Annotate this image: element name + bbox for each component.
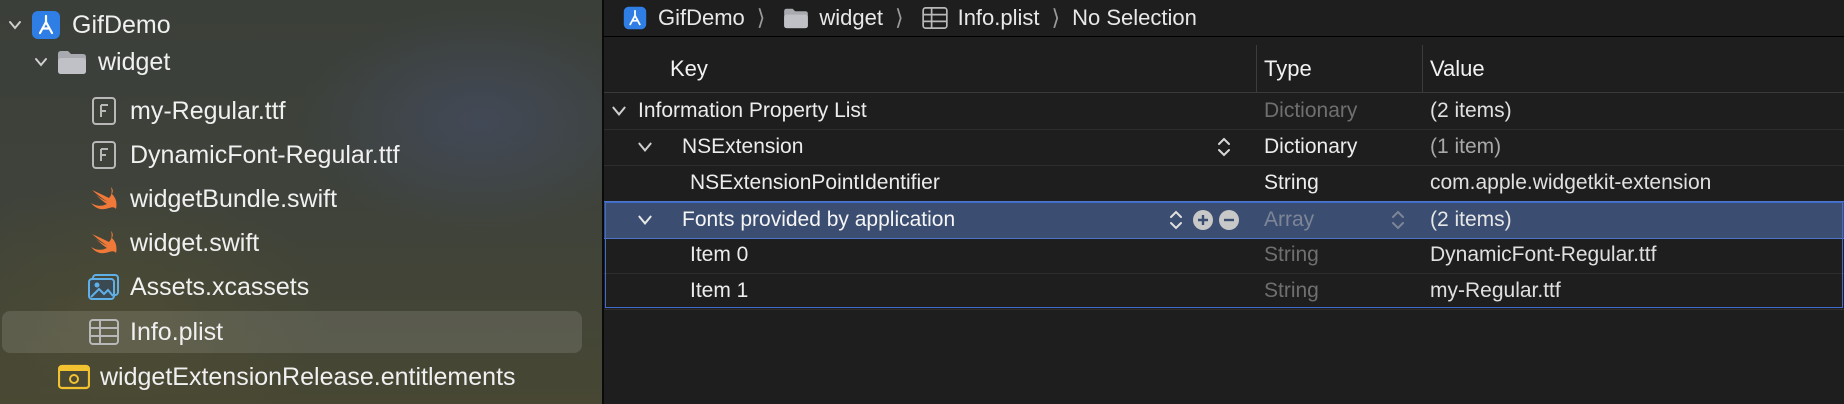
breadcrumb-project[interactable]: GifDemo ⟩ (622, 5, 765, 31)
breadcrumb-label: No Selection (1072, 5, 1197, 30)
plist-value[interactable]: DynamicFont-Regular.ttf (1430, 237, 1656, 273)
swift-icon (88, 183, 120, 215)
breadcrumb-label: GifDemo (658, 5, 745, 30)
column-divider[interactable] (1256, 45, 1257, 92)
column-divider[interactable] (1422, 45, 1423, 92)
nav-item-dynamicfont-ttf[interactable]: DynamicFont-Regular.ttf (88, 134, 400, 176)
plist-row-root[interactable]: Information Property List Dictionary (2 … (604, 93, 1844, 130)
nav-item-label: widget.swift (130, 228, 260, 257)
asset-catalog-icon (88, 271, 120, 303)
font-file-icon (88, 95, 120, 127)
nav-item-label: widgetBundle.swift (130, 184, 338, 213)
chevron-right-icon: ⟩ (894, 5, 904, 30)
plist-editor: GifDemo ⟩ widget ⟩ Info.plist ⟩ No Selec… (604, 0, 1844, 404)
plist-row-nsextension[interactable]: NSExtension Dictionary (1 item) (604, 129, 1844, 166)
plist-value: (2 items) (1430, 99, 1512, 122)
column-header: Key Type Value (604, 45, 1844, 93)
plist-value: (1 item) (1430, 135, 1502, 158)
font-file-icon (88, 139, 120, 171)
plist-row-item-0[interactable]: Item 0 String DynamicFont-Regular.ttf (604, 237, 1844, 274)
breadcrumb-file[interactable]: Info.plist ⟩ (921, 5, 1061, 31)
plist-value: (2 items) (1430, 208, 1512, 231)
breadcrumb-folder[interactable]: widget ⟩ (783, 5, 904, 31)
plist-icon (921, 5, 948, 31)
column-header-value[interactable]: Value (1430, 45, 1485, 92)
xcode-project-icon (622, 5, 648, 31)
chevron-down-icon[interactable] (610, 93, 628, 129)
up-down-stepper-icon[interactable] (1390, 202, 1406, 238)
plist-type[interactable]: Array (1264, 202, 1314, 238)
column-header-key[interactable]: Key (670, 45, 708, 92)
chevron-down-icon[interactable] (0, 17, 30, 33)
chevron-down-icon[interactable] (26, 54, 56, 70)
nav-item-label: my-Regular.ttf (130, 96, 286, 125)
nav-item-label: widget (98, 47, 171, 76)
plist-key: Item 1 (690, 279, 749, 302)
plist-key: NSExtension (682, 135, 804, 158)
chevron-right-icon: ⟩ (1051, 5, 1061, 30)
up-down-stepper-icon[interactable] (1216, 129, 1232, 165)
nav-item-entitlements[interactable]: widgetExtensionRelease.entitlements (58, 356, 516, 398)
plist-row-fonts[interactable]: Fonts provided by application Array (2 i… (604, 201, 1844, 239)
jump-bar: GifDemo ⟩ widget ⟩ Info.plist ⟩ No Selec… (604, 0, 1844, 37)
nav-item-label: Assets.xcassets (130, 272, 310, 301)
nav-item-label: DynamicFont-Regular.ttf (130, 140, 400, 169)
project-navigator: GifDemo widget my-Regular.ttf DynamicFon… (0, 0, 602, 404)
plist-type: Dictionary (1264, 99, 1358, 122)
nav-item-my-regular-ttf[interactable]: my-Regular.ttf (88, 90, 286, 132)
swift-icon (88, 227, 120, 259)
nav-item-widgetbundle-swift[interactable]: widgetBundle.swift (88, 178, 337, 220)
nav-item-info-plist[interactable]: Info.plist (0, 311, 602, 353)
plist-value[interactable]: com.apple.widgetkit-extension (1430, 165, 1711, 201)
plist-value[interactable]: my-Regular.ttf (1430, 273, 1561, 309)
breadcrumb-label: Info.plist (957, 5, 1040, 30)
plist-key: NSExtensionPointIdentifier (690, 171, 940, 194)
nav-item-assets-xcassets[interactable]: Assets.xcassets (88, 266, 309, 308)
nav-item-label: Info.plist (130, 317, 224, 346)
nav-item-gifdemo[interactable]: GifDemo (0, 4, 171, 46)
entitlements-icon (58, 361, 90, 393)
nav-item-widget-swift[interactable]: widget.swift (88, 222, 259, 264)
breadcrumb-selection[interactable]: No Selection (1072, 5, 1197, 31)
plist-key: Item 0 (690, 243, 749, 266)
plist-row-extension-point[interactable]: NSExtensionPointIdentifier String com.ap… (604, 165, 1844, 202)
breadcrumb-label: widget (819, 5, 883, 30)
plist-type[interactable]: Dictionary (1264, 129, 1357, 165)
folder-icon (56, 46, 88, 78)
chevron-right-icon: ⟩ (756, 5, 766, 30)
plist-key[interactable]: Fonts provided by application (682, 202, 955, 238)
plist-icon (88, 316, 120, 348)
folder-icon (783, 5, 809, 31)
plist-key: Information Property List (638, 99, 867, 122)
nav-item-label: GifDemo (72, 10, 171, 39)
chevron-down-icon[interactable] (636, 129, 654, 165)
nav-item-label: widgetExtensionRelease.entitlements (100, 362, 516, 391)
column-header-type[interactable]: Type (1264, 45, 1312, 92)
plist-type[interactable]: String (1264, 237, 1319, 273)
chevron-down-icon[interactable] (636, 202, 654, 238)
plist-type[interactable]: String (1264, 273, 1319, 309)
plist-row-item-1[interactable]: Item 1 String my-Regular.ttf (604, 273, 1844, 310)
plist-type[interactable]: String (1264, 165, 1319, 201)
add-item-icon[interactable] (1192, 202, 1214, 238)
remove-item-icon[interactable] (1218, 202, 1240, 238)
xcode-project-icon (30, 9, 62, 41)
nav-item-widget-folder[interactable]: widget (26, 41, 170, 83)
up-down-stepper-icon[interactable] (1168, 202, 1184, 238)
